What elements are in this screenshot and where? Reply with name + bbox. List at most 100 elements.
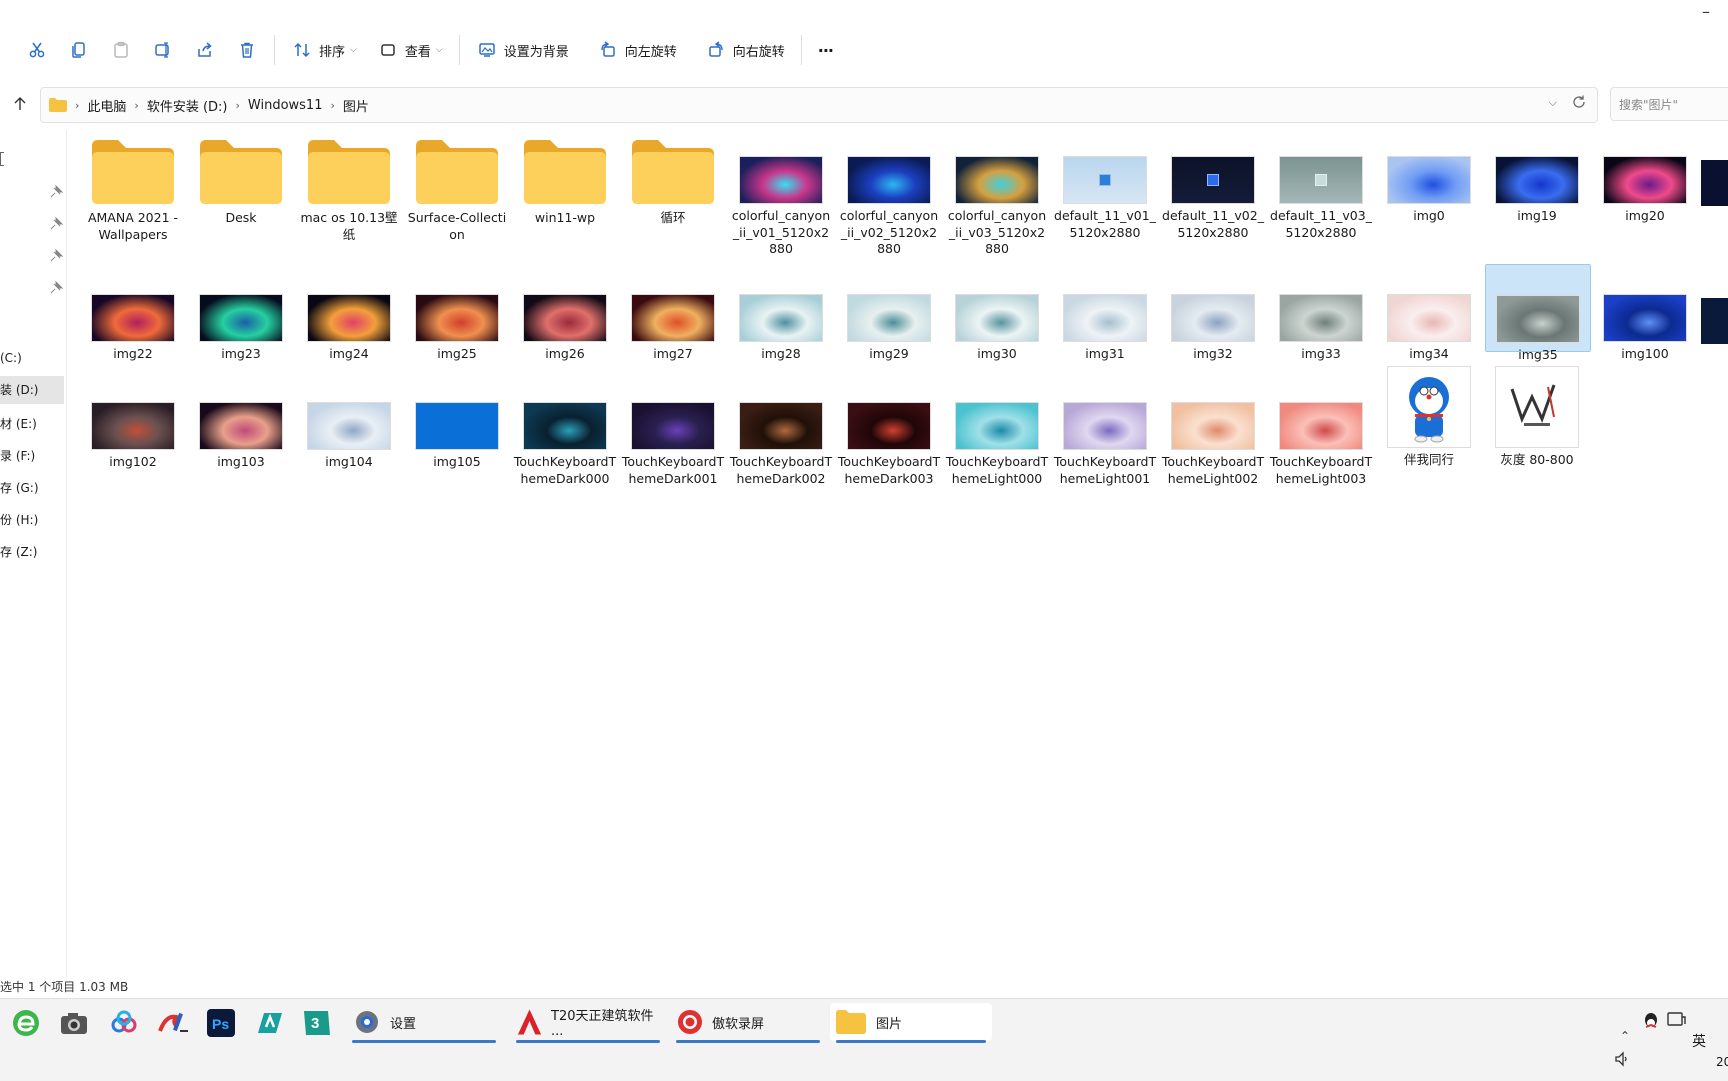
file-name: img30 <box>977 346 1017 361</box>
paste-button[interactable] <box>100 32 142 68</box>
rename-button[interactable] <box>142 32 184 68</box>
sidebar-drive-h[interactable]: 份 (H:) <box>0 511 38 528</box>
image-item[interactable]: TouchKeyboardThemeDark000 <box>513 376 617 487</box>
folder-item[interactable]: win11-wp <box>513 130 617 227</box>
image-item[interactable]: colorful_canyon_ii_v02_5120x2880 <box>837 130 941 258</box>
image-item[interactable]: default_11_v03_5120x2880 <box>1269 130 1373 241</box>
up-button[interactable] <box>8 92 32 116</box>
image-item[interactable]: default_11_v01_5120x2880 <box>1053 130 1157 241</box>
image-item[interactable]: TouchKeyboardThemeDark003 <box>837 376 941 487</box>
image-item[interactable]: TouchKeyboardThemeLight000 <box>945 376 1049 487</box>
search-input[interactable]: 搜索"图片" <box>1610 87 1728 121</box>
breadcrumb-this-pc[interactable]: 此电脑 <box>87 96 126 115</box>
view-button[interactable]: 查看 ⌵ <box>367 32 453 68</box>
sort-button[interactable]: 排序 ⌵ <box>281 32 367 68</box>
taskbar-camera[interactable] <box>58 1007 90 1039</box>
image-item[interactable]: img30 <box>945 268 1049 363</box>
taskbar-app-pictures[interactable]: 图片 <box>830 1003 992 1043</box>
image-item[interactable]: img28 <box>729 268 833 363</box>
address-bar[interactable]: › 此电脑 › 软件安装 (D:) › Windows11 › 图片 ⌵ <box>40 87 1598 123</box>
image-item[interactable]: img22 <box>81 268 185 363</box>
image-item[interactable]: img105 <box>405 376 509 471</box>
image-thumbnail <box>955 156 1039 204</box>
pin-icon <box>50 280 64 294</box>
image-item[interactable]: colorful_canyon_ii_v03_5120x2880 <box>945 130 1049 258</box>
image-item[interactable]: default_11_v02_5120x2880 <box>1161 130 1265 241</box>
sidebar-drive-d[interactable]: 装 (D:) <box>0 376 64 404</box>
taskbar-3dsmax[interactable]: 3 <box>302 1007 332 1039</box>
image-item[interactable]: img103 <box>189 376 293 471</box>
image-item[interactable]: img20 <box>1593 130 1697 225</box>
image-item[interactable]: TouchKeyboardThemeDark001 <box>621 376 725 487</box>
image-item[interactable]: img32 <box>1161 268 1265 363</box>
breadcrumb-windows11[interactable]: Windows11 <box>248 98 323 113</box>
image-thumbnail <box>739 156 823 204</box>
copy-button[interactable] <box>58 32 100 68</box>
taskbar-app-4[interactable] <box>156 1007 190 1039</box>
qq-icon[interactable] <box>1642 1011 1660 1031</box>
speaker-icon[interactable] <box>1614 1051 1630 1067</box>
sidebar-drive-z[interactable]: 存 (Z:) <box>0 543 37 560</box>
file-name: img20 <box>1625 208 1665 223</box>
image-item[interactable]: img104 <box>297 376 401 471</box>
folder-item[interactable]: Surface-Collection <box>405 130 509 243</box>
image-item[interactable]: img24 <box>297 268 401 363</box>
cut-button[interactable] <box>16 32 58 68</box>
folder-item[interactable]: Desk <box>189 130 293 227</box>
refresh-button[interactable] <box>1571 94 1587 114</box>
image-item[interactable]: img31 <box>1053 268 1157 363</box>
image-item[interactable]: img27 <box>621 268 725 363</box>
image-item[interactable]: img33 <box>1269 268 1373 363</box>
image-item[interactable]: img34 <box>1377 268 1481 363</box>
taskbar-app-6[interactable] <box>254 1007 286 1039</box>
input-method-indicator[interactable]: 英 <box>1692 1031 1706 1051</box>
taskbar-ie[interactable] <box>10 1007 42 1039</box>
more-options-button[interactable]: ··· <box>808 32 843 68</box>
share-button[interactable] <box>184 32 226 68</box>
image-item[interactable]: img35 <box>1485 264 1591 362</box>
image-item[interactable]: 伴我同行 <box>1377 366 1481 469</box>
rotate-right-button[interactable]: 向右旋转 <box>695 32 795 68</box>
image-item[interactable]: TouchKeyboardThemeLight003 <box>1269 376 1373 487</box>
image-item[interactable]: TouchKeyboardThemeDark002 <box>729 376 833 487</box>
file-name: default_11_v02_5120x2880 <box>1162 208 1264 240</box>
image-item[interactable]: img100 <box>1593 268 1697 363</box>
tablet-icon[interactable] <box>1666 1011 1686 1029</box>
rotate-left-button[interactable]: 向左旋转 <box>587 32 687 68</box>
folder-item[interactable]: 循环 <box>621 130 725 227</box>
running-indicator <box>516 1040 660 1043</box>
breadcrumb-drive-d[interactable]: 软件安装 (D:) <box>147 96 228 115</box>
taskbar-app-recorder[interactable]: 傲软录屏 <box>670 1003 826 1043</box>
show-hidden-icons-chevron[interactable]: ⌃ <box>1620 1029 1630 1043</box>
image-thumbnail <box>631 294 715 342</box>
sidebar-drive-e[interactable]: 材 (E:) <box>0 415 37 432</box>
sidebar-drive-f[interactable]: 录 (F:) <box>0 447 35 464</box>
address-history-dropdown[interactable]: ⌵ <box>1549 96 1557 110</box>
sidebar-drive-c[interactable]: (C:) <box>0 351 22 365</box>
image-item[interactable]: img19 <box>1485 130 1589 225</box>
taskbar-app-settings[interactable]: 设置 <box>346 1003 502 1043</box>
arrow-up-icon <box>14 97 26 110</box>
minimize-button[interactable]: – <box>1702 2 1710 21</box>
set-as-background-button[interactable]: 设置为背景 <box>466 32 579 68</box>
file-name: win11-wp <box>534 210 596 225</box>
image-item[interactable]: colorful_canyon_ii_v01_5120x2880 <box>729 130 833 258</box>
image-thumbnail <box>1063 294 1147 342</box>
breadcrumb-pictures[interactable]: 图片 <box>343 96 369 115</box>
image-item[interactable]: TouchKeyboardThemeLight002 <box>1161 376 1265 487</box>
sidebar-drive-g[interactable]: 存 (G:) <box>0 479 39 496</box>
folder-item[interactable]: AMANA 2021 - Wallpapers <box>81 130 185 243</box>
taskbar-app-t20[interactable]: T20天正建筑软件 ... <box>510 1003 666 1043</box>
image-item[interactable]: img25 <box>405 268 509 363</box>
taskbar-app-3[interactable] <box>108 1007 140 1039</box>
taskbar-photoshop[interactable]: Ps <box>206 1007 236 1039</box>
image-item[interactable]: img26 <box>513 268 617 363</box>
delete-button[interactable] <box>226 32 268 68</box>
image-item[interactable]: TouchKeyboardThemeLight001 <box>1053 376 1157 487</box>
image-item[interactable]: img0 <box>1377 130 1481 225</box>
image-item[interactable]: 灰度 80-800 <box>1485 366 1589 469</box>
folder-item[interactable]: mac os 10.13壁纸 <box>297 130 401 243</box>
image-item[interactable]: img23 <box>189 268 293 363</box>
image-item[interactable]: img102 <box>81 376 185 471</box>
image-item[interactable]: img29 <box>837 268 941 363</box>
